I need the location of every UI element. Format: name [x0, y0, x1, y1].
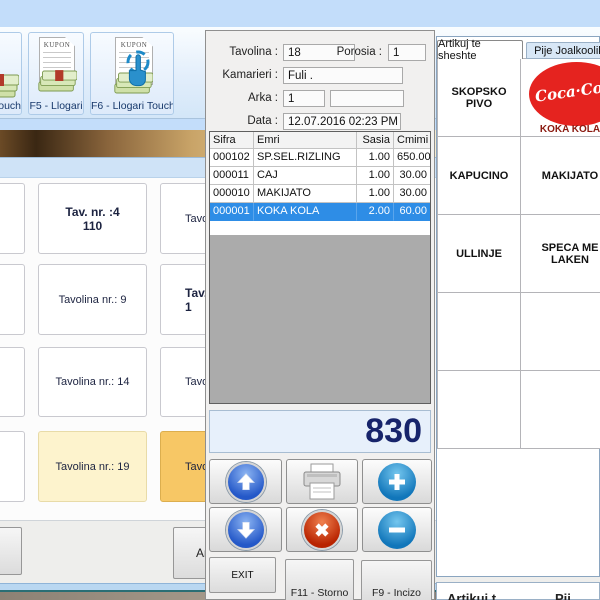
- order-row[interactable]: 000010 MAKIJATO 1.00 30.00: [210, 185, 430, 203]
- background-tabs-fragment: Artikuj t Pij: [436, 582, 600, 600]
- product-tile-koka-kola[interactable]: Coca·Cola KOKA KOLA: [520, 58, 600, 137]
- cell-emri: CAJ: [254, 167, 357, 185]
- table-button-4[interactable]: Tav. nr. :4 110: [38, 183, 147, 254]
- money-stack-icon: [0, 73, 19, 99]
- grid-empty-row: [210, 221, 430, 235]
- f6-llogari-touch-button[interactable]: KUPON F6 - Llogari Touch: [90, 32, 174, 115]
- cell-sasia: 1.00: [357, 167, 394, 185]
- order-row-selected[interactable]: 000001 KOKA KOLA 2.00 60.00: [210, 203, 430, 221]
- move-down-button[interactable]: [209, 507, 282, 552]
- porosia-label: Porosia :: [328, 44, 382, 61]
- toolbar-button-partial[interactable]: Touch: [0, 32, 22, 115]
- data-label: Data :: [205, 113, 278, 130]
- cell-cmimi: 650.00: [394, 149, 430, 167]
- arka-field[interactable]: 1: [283, 90, 325, 107]
- kupon-icon-text: KUPON: [116, 41, 152, 49]
- f5-llogari-button[interactable]: KUPON F5 - Llogari: [28, 32, 84, 115]
- table-button-9[interactable]: Tavolina nr.: 9: [38, 264, 147, 335]
- arka-field-2[interactable]: [330, 90, 404, 107]
- exit-button[interactable]: EXIT: [209, 557, 276, 593]
- product-tile-empty[interactable]: [437, 292, 521, 371]
- arka-label: Arka :: [205, 90, 278, 107]
- increase-qty-button[interactable]: [362, 459, 432, 504]
- cell-sasia: 1.00: [357, 149, 394, 167]
- coca-cola-logo-icon: Coca·Cola: [529, 62, 600, 126]
- col-header-sasia[interactable]: Sasia: [357, 132, 394, 149]
- order-row[interactable]: 000102 SP.SEL.RIZLING 1.00 650.00: [210, 149, 430, 167]
- tab-pije-joalkoolike[interactable]: Pije Joalkoolike: [526, 42, 600, 59]
- background-tab-label[interactable]: Artikuj t: [447, 591, 496, 600]
- f6-llogari-touch-label: F6 - Llogari Touch: [91, 100, 173, 112]
- plus-icon: [378, 463, 416, 501]
- cell-cmimi: 60.00: [394, 203, 430, 221]
- product-tile-label: KOKA KOLA: [521, 124, 600, 135]
- cell-sasia: 2.00: [357, 203, 394, 221]
- arrow-up-icon: [226, 462, 266, 502]
- toolbar-button-label: Touch: [0, 100, 21, 112]
- table-button-partial[interactable]: [0, 183, 25, 254]
- window-top-band: [0, 0, 600, 27]
- data-field[interactable]: 12.07.2016 02:23 PM: [283, 113, 401, 130]
- decrease-qty-button[interactable]: [362, 507, 432, 552]
- printer-icon: [301, 463, 343, 501]
- order-total: 830: [209, 410, 431, 453]
- product-tile-empty[interactable]: [520, 292, 600, 371]
- product-tile-speca-me-laken[interactable]: SPECA ME LAKEN: [520, 214, 600, 293]
- delete-item-button[interactable]: [286, 507, 358, 552]
- table-button-partial[interactable]: [0, 264, 25, 335]
- product-tile-ullinje[interactable]: ULLINJE: [437, 214, 521, 293]
- cell-sifra: 000102: [210, 149, 254, 167]
- table-button-partial[interactable]: [0, 431, 25, 502]
- cell-sifra: 000010: [210, 185, 254, 203]
- cell-sifra: 000001: [210, 203, 254, 221]
- kamarieri-field[interactable]: Fuli .: [283, 67, 403, 84]
- print-button[interactable]: [286, 459, 358, 504]
- touch-finger-icon: [121, 49, 155, 91]
- table-button-14[interactable]: Tavolina nr.: 14: [38, 347, 147, 417]
- f5-llogari-label: F5 - Llogari: [29, 100, 83, 112]
- tab-artikuj-te-sheshte[interactable]: Artikuj te sheshte: [437, 40, 523, 59]
- cell-sasia: 1.00: [357, 185, 394, 203]
- bottom-bar-button-partial[interactable]: [0, 527, 22, 575]
- product-tile-empty[interactable]: [437, 370, 521, 449]
- f9-incizo-button[interactable]: F9 - Incizo: [361, 560, 432, 600]
- col-header-sifra[interactable]: Sifra: [210, 132, 254, 149]
- f11-storno-label: F11 - StornoIncizo: [286, 587, 353, 600]
- f11-storno-button[interactable]: F11 - StornoIncizo: [285, 559, 354, 600]
- pos-screen: Touch KUPON F5 - Llogari KUPON: [0, 0, 600, 600]
- col-header-emri[interactable]: Emri: [254, 132, 357, 149]
- cell-emri: KOKA KOLA: [254, 203, 357, 221]
- table-button-19[interactable]: Tavolina nr.: 19: [38, 431, 147, 502]
- f9-incizo-label: F9 - Incizo: [362, 587, 431, 599]
- money-stack-icon: [37, 69, 77, 93]
- grid-filler: [210, 235, 430, 403]
- tavolina-label: Tavolina :: [205, 44, 278, 61]
- minus-icon: [378, 511, 416, 549]
- product-tile-kapucino[interactable]: KAPUCINO: [437, 136, 521, 215]
- kamarieri-label: Kamarieri :: [205, 67, 278, 84]
- coca-cola-script-text: Coca·Cola: [528, 75, 600, 106]
- cell-cmimi: 30.00: [394, 185, 430, 203]
- order-row[interactable]: 000011 CAJ 1.00 30.00: [210, 167, 430, 185]
- background-tab-label[interactable]: Pij: [555, 591, 571, 600]
- product-tile-makijato[interactable]: MAKIJATO: [520, 136, 600, 215]
- col-header-cmimi[interactable]: Cmimi: [394, 132, 430, 149]
- cancel-x-icon: [302, 510, 342, 550]
- product-tile-skopsko-pivo[interactable]: SKOPSKO PIVO: [437, 58, 521, 137]
- cell-emri: SP.SEL.RIZLING: [254, 149, 357, 167]
- grid-header-row: Sifra Emri Sasia Cmimi: [210, 132, 430, 149]
- porosia-field[interactable]: 1: [388, 44, 426, 61]
- table-button-partial[interactable]: [0, 347, 25, 417]
- order-items-grid: Sifra Emri Sasia Cmimi 000102 SP.SEL.RIZ…: [209, 131, 431, 404]
- arrow-down-icon: [226, 510, 266, 550]
- cell-cmimi: 30.00: [394, 167, 430, 185]
- product-tile-empty[interactable]: [520, 370, 600, 449]
- cell-sifra: 000011: [210, 167, 254, 185]
- move-up-button[interactable]: [209, 459, 282, 504]
- kupon-icon-text: KUPON: [40, 41, 74, 49]
- cell-emri: MAKIJATO: [254, 185, 357, 203]
